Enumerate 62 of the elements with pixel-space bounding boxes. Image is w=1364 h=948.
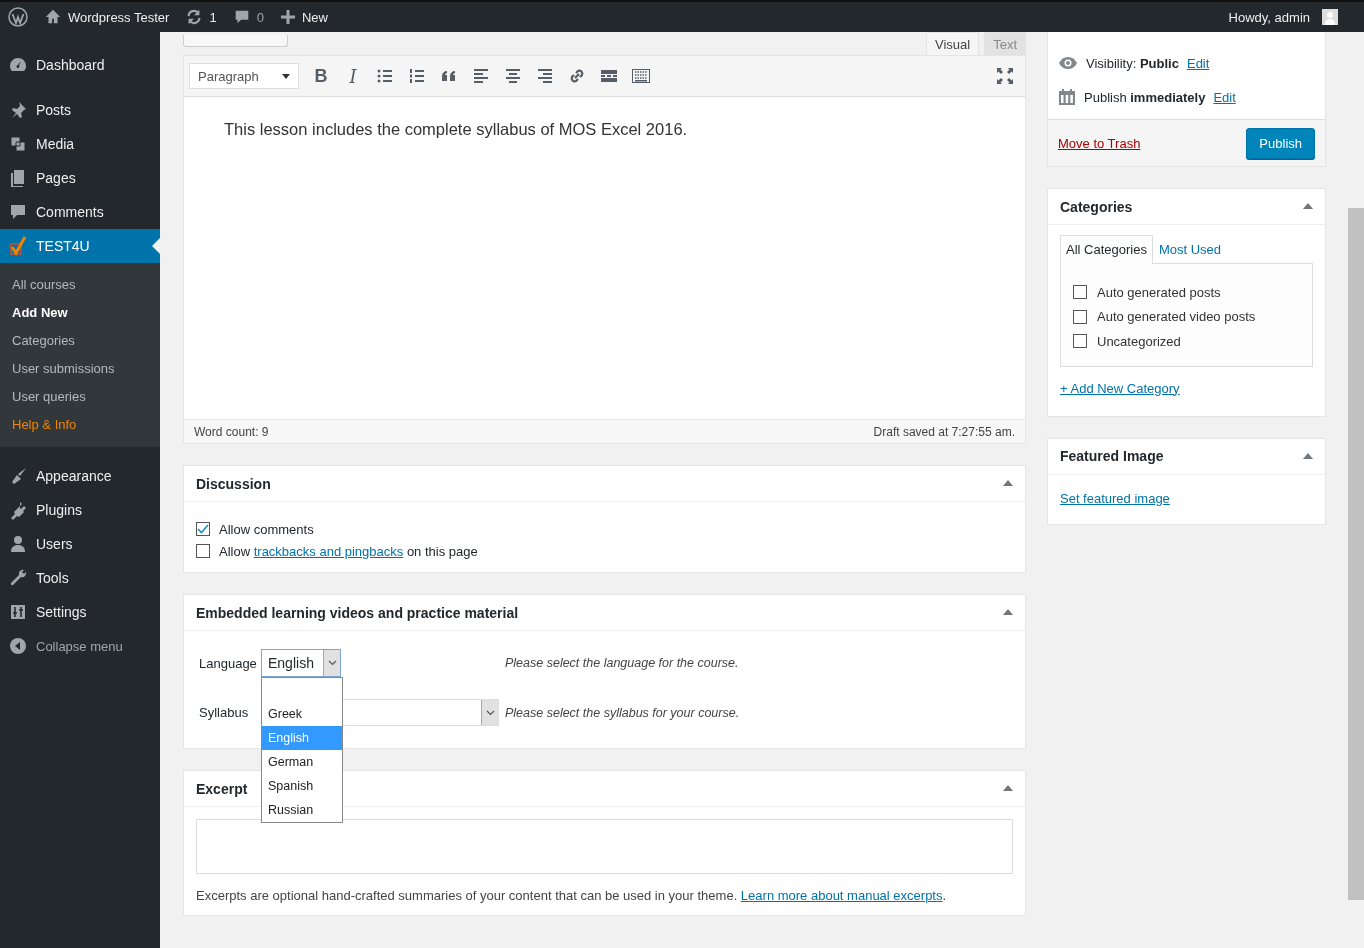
submenu-item[interactable]: All courses <box>0 271 160 299</box>
site-link[interactable]: Wordpress Tester <box>36 1 178 33</box>
menu-item[interactable]: Appearance <box>0 459 160 493</box>
format-dropdown[interactable]: Paragraph <box>189 63 299 89</box>
submenu-item[interactable]: User queries <box>0 383 160 411</box>
add-category-link[interactable]: + Add New Category <box>1060 380 1180 396</box>
language-select[interactable]: English <box>261 649 341 677</box>
field-hint: Please select the language for the course. <box>505 656 740 670</box>
panel-title: Excerpt <box>196 780 248 797</box>
category-label: Auto generated video posts <box>1097 309 1256 325</box>
editor-text: This lesson includes the complete syllabus of MOS Excel 2016. <box>224 120 689 139</box>
submenu-item[interactable]: Categories <box>0 327 160 355</box>
category-label: Uncategorized <box>1097 333 1181 349</box>
menu-item[interactable]: Media <box>0 127 160 161</box>
panel-title: Featured Image <box>1060 448 1164 464</box>
move-to-trash-link[interactable]: Move to Trash <box>1058 135 1141 151</box>
dropdown-option[interactable]: Russian <box>262 798 342 822</box>
panel-title: Embedded learning videos and practice material <box>196 604 519 621</box>
menu-item[interactable]: Users <box>0 527 160 561</box>
set-featured-image-link[interactable]: Set featured image <box>1060 490 1170 506</box>
comment-count[interactable]: 0 <box>256 9 264 25</box>
collapse-menu-button[interactable]: Collapse menu <box>0 629 160 663</box>
draft-status: Draft saved at 7:27:55 am. <box>873 424 1015 439</box>
field-label: Syllabus <box>199 705 250 720</box>
category-label: Auto generated posts <box>1097 284 1221 300</box>
category-tab[interactable]: Most Used <box>1152 235 1228 263</box>
word-count: Word count: 9 <box>194 424 269 439</box>
menu-item[interactable]: Posts <box>0 93 160 127</box>
submenu-item[interactable]: Help & Info <box>0 411 160 439</box>
field-label: Language <box>199 655 258 671</box>
visibility-text: Visibility: Public <box>1086 55 1179 71</box>
edit-link[interactable]: Edit <box>1213 89 1236 105</box>
option-label: Allow trackbacks and pingbacks on this page <box>219 543 478 559</box>
new-link[interactable]: New <box>301 9 328 25</box>
field-hint: Please select the syllabus for your course. <box>505 705 741 720</box>
option-label: Allow comments <box>219 521 314 537</box>
menu-item[interactable]: Plugins <box>0 493 160 527</box>
menu-item[interactable]: Dashboard <box>0 48 160 82</box>
schedule-text: Publish immediately <box>1084 89 1206 105</box>
editor-tab[interactable]: Visual <box>925 32 980 55</box>
dropdown-option[interactable]: Greek <box>262 702 342 726</box>
update-count[interactable]: 1 <box>209 9 217 25</box>
dropdown-option[interactable]: Spanish <box>262 774 342 798</box>
excerpt-note: Excerpts are optional hand-crafted summaries of your content that can be used in your theme. Learn more about manual excerpts. <box>196 888 947 903</box>
site-name[interactable]: Wordpress Tester <box>68 9 170 25</box>
bold-button[interactable]: B <box>311 65 331 87</box>
menu-item[interactable]: TEST4U <box>0 229 160 263</box>
submenu-item[interactable]: Add New <box>0 299 160 327</box>
italic-button[interactable]: I <box>343 65 363 87</box>
menu-item[interactable]: Comments <box>0 195 160 229</box>
menu-item[interactable]: Tools <box>0 561 160 595</box>
panel-title: Discussion <box>196 475 271 492</box>
panel-title: Categories <box>1060 198 1133 215</box>
edit-link[interactable]: Edit <box>1186 55 1210 71</box>
submenu-item[interactable]: User submissions <box>0 355 160 383</box>
inline-link[interactable]: trackbacks and pingbacks <box>253 543 404 559</box>
publish-button[interactable]: Publish <box>1246 127 1315 159</box>
greeting-link[interactable]: Howdy, admin <box>1228 9 1310 25</box>
menu-item[interactable]: Settings <box>0 595 160 629</box>
category-tab[interactable]: All Categories <box>1060 235 1153 264</box>
dropdown-option[interactable]: German <box>262 750 342 774</box>
menu-item[interactable]: Pages <box>0 161 160 195</box>
